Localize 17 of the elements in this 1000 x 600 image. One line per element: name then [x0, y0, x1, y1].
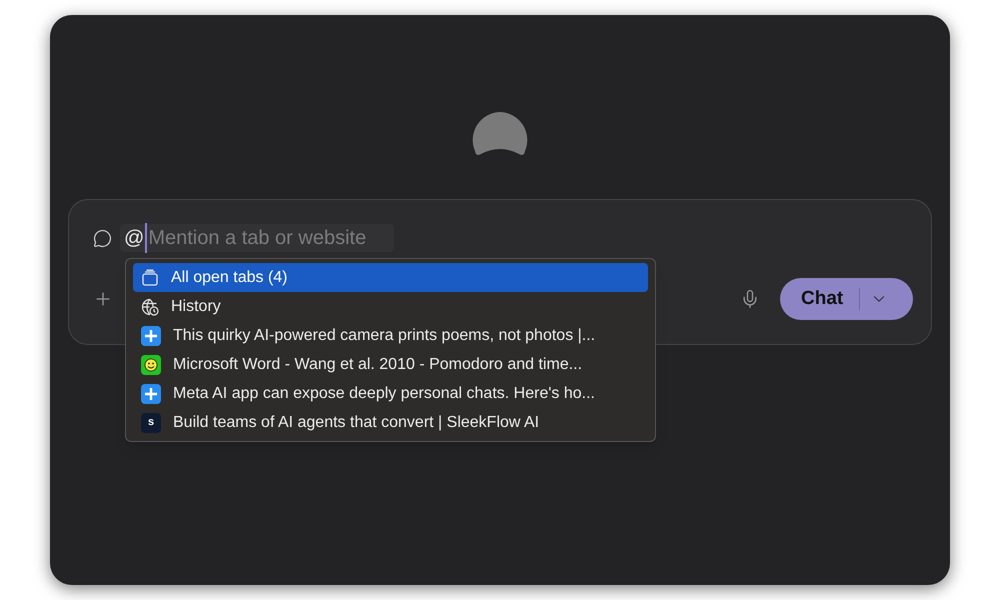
mention-field[interactable]: @ Mention a tab or website	[120, 224, 394, 252]
letter-favicon-icon: s	[141, 412, 161, 432]
mention-input[interactable]: Mention a tab or website	[145, 223, 390, 253]
menu-item[interactable]: This quirky AI-powered camera prints poems, not photos |...	[133, 321, 648, 350]
globe-clock-icon	[141, 298, 159, 316]
menu-item[interactable]: All open tabs (4)	[133, 263, 648, 292]
at-sign: @	[124, 226, 144, 251]
plus-favicon-icon	[141, 326, 161, 346]
menu-item[interactable]: s Build teams of AI agents that convert | SleekFlow AI	[133, 408, 648, 437]
chat-bubble-icon	[93, 228, 112, 248]
smiley-favicon-icon	[141, 354, 161, 374]
plus-favicon-icon	[141, 384, 161, 404]
chat-button[interactable]: Chat	[780, 278, 913, 320]
menu-item[interactable]: Meta AI app can expose deeply personal chats. Here's ho...	[133, 379, 648, 408]
tabs-icon	[141, 268, 159, 286]
menu-item[interactable]: Microsoft Word - Wang et al. 2010 - Pomodoro and time...	[133, 350, 648, 379]
menu-item[interactable]: History	[133, 292, 648, 321]
